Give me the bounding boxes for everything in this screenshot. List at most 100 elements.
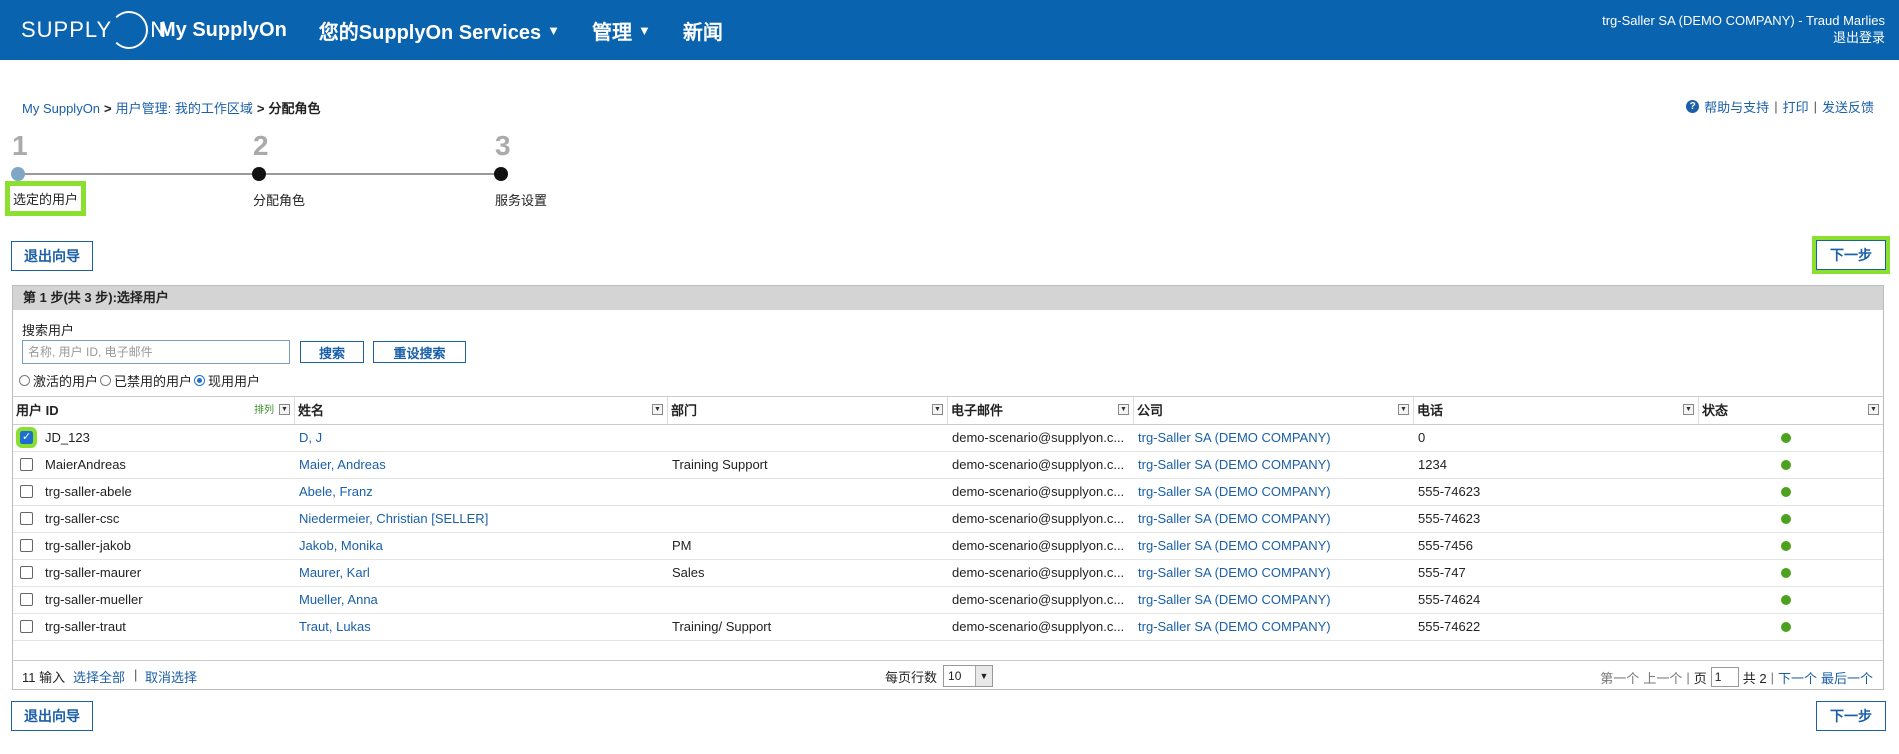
logout-link[interactable]: 退出登录 (1602, 29, 1885, 46)
rows-per-page-value: 10 (948, 669, 962, 683)
row-checkbox[interactable] (20, 593, 33, 606)
nav-news[interactable]: 新闻 (683, 16, 723, 45)
row-checkbox[interactable] (20, 458, 33, 471)
table-row[interactable]: trg-saller-jakob Jakob, Monika PM demo-scen… (13, 532, 1883, 560)
cell-phone: 555-74624 (1418, 592, 1481, 607)
cell-name-link[interactable]: Abele, Franz (299, 478, 664, 505)
row-checkbox[interactable] (20, 620, 33, 633)
user-filter-radios: 激活的用户 已禁用的用户 现用用户 (17, 371, 260, 390)
row-checkbox[interactable] (16, 427, 37, 448)
table-row[interactable]: trg-saller-mueller Mueller, Anna demo-scen… (13, 586, 1883, 614)
search-input[interactable] (22, 340, 290, 364)
cell-company-link[interactable]: trg-Saller SA (DEMO COMPANY) (1138, 586, 1410, 613)
page-total: 共 2 (1742, 670, 1767, 686)
page-number-input[interactable] (1710, 667, 1739, 687)
cell-name-link[interactable]: Jakob, Monika (299, 532, 664, 559)
table-row[interactable]: trg-saller-csc Niedermeier, Christian [SE… (13, 505, 1883, 533)
feedback-link[interactable]: 发送反馈 (1822, 97, 1874, 116)
column-filter-icon[interactable]: ▼ (1683, 404, 1694, 415)
step-label-selected-users: 选定的用户 (4, 181, 87, 216)
status-active-icon (1781, 595, 1791, 605)
radio-activated-users[interactable] (19, 375, 30, 386)
breadcrumb-current: 分配角色 (268, 101, 321, 116)
cell-name-link[interactable]: Mueller, Anna (299, 586, 664, 613)
column-filter-icon[interactable]: ▼ (1868, 404, 1879, 415)
table-row[interactable]: JD_123 D, J demo-scenario@supplyon.c... trg… (13, 424, 1883, 452)
cell-user-id: MaierAndreas (45, 457, 126, 472)
rows-per-page-select[interactable]: 10 ▼ (943, 665, 994, 687)
nav-label: My SupplyOn (159, 18, 287, 41)
nav-admin-menu[interactable]: 管理 ▼ (592, 16, 651, 45)
cell-name-link[interactable]: D, J (299, 424, 664, 451)
column-company[interactable]: 公司 ▼ (1134, 397, 1414, 424)
cell-name-link[interactable]: Niedermeier, Christian [SELLER] (299, 505, 664, 532)
exit-wizard-button[interactable]: 退出向导 (11, 241, 93, 271)
sort-label[interactable]: 排列 (254, 397, 274, 424)
status-active-icon (1781, 622, 1791, 632)
search-button[interactable]: 搜索 (300, 341, 364, 363)
row-checkbox[interactable] (20, 566, 33, 579)
table-row[interactable]: trg-saller-traut Traut, Lukas Training/ Su… (13, 613, 1883, 641)
supplyon-logo[interactable]: SUPPLY N (21, 9, 167, 51)
cell-department: PM (672, 538, 692, 553)
table-footer: 11 输入 选择全部 | 取消选择 每页行数 10 ▼ 第一个 上一个 | 页 … (13, 660, 1883, 689)
radio-disabled-users[interactable] (100, 375, 112, 386)
cell-company-link[interactable]: trg-Saller SA (DEMO COMPANY) (1138, 532, 1410, 559)
nav-services-menu[interactable]: 您的SupplyOn Services ▼ (319, 16, 560, 45)
select-users-panel: 第 1 步(共 3 步):选择用户 搜索用户 搜索 重设搜索 激活的用户 已禁用… (12, 285, 1884, 690)
next-page-link[interactable]: 下一个 (1778, 668, 1817, 687)
column-filter-icon[interactable]: ▼ (279, 404, 290, 415)
nav-my-supplyon[interactable]: My SupplyOn (159, 19, 287, 42)
cell-name-link[interactable]: Traut, Lukas (299, 613, 664, 640)
cell-department (672, 478, 944, 505)
column-email[interactable]: 电子邮件 ▼ (948, 397, 1134, 424)
column-department[interactable]: 部门 ▼ (668, 397, 948, 424)
breadcrumb-my-supplyon[interactable]: My SupplyOn (22, 101, 100, 116)
reset-search-button[interactable]: 重设搜索 (373, 341, 466, 363)
row-checkbox[interactable] (20, 485, 33, 498)
print-link[interactable]: 打印 (1783, 97, 1809, 116)
column-name[interactable]: 姓名 ▼ (295, 397, 668, 424)
cell-company-link[interactable]: trg-Saller SA (DEMO COMPANY) (1138, 613, 1410, 640)
cell-department (672, 505, 944, 532)
cell-name-link[interactable]: Maurer, Karl (299, 559, 664, 586)
table-row[interactable]: trg-saller-maurer Maurer, Karl Sales demo-s… (13, 559, 1883, 587)
column-filter-icon[interactable]: ▼ (1398, 404, 1409, 415)
radio-current-users[interactable] (194, 375, 206, 386)
next-step-button-bottom[interactable]: 下一步 (1816, 701, 1886, 731)
last-page-link[interactable]: 最后一个 (1821, 668, 1873, 687)
column-filter-icon[interactable]: ▼ (1118, 404, 1129, 415)
column-filter-icon[interactable]: ▼ (652, 404, 663, 415)
breadcrumb-user-management[interactable]: 用户管理: 我的工作区域 (116, 101, 253, 116)
table-row[interactable]: MaierAndreas Maier, Andreas Training Suppo… (13, 451, 1883, 479)
chevron-down-icon: ▼ (975, 666, 993, 686)
column-filter-icon[interactable]: ▼ (932, 404, 943, 415)
cell-name-link[interactable]: Maier, Andreas (299, 451, 664, 478)
exit-wizard-button-bottom[interactable]: 退出向导 (11, 701, 93, 731)
cell-company-link[interactable]: trg-Saller SA (DEMO COMPANY) (1138, 559, 1410, 586)
cell-company-link[interactable]: trg-Saller SA (DEMO COMPANY) (1138, 505, 1410, 532)
step-number: 3 (495, 130, 511, 161)
status-active-icon (1781, 460, 1791, 470)
cell-company-link[interactable]: trg-Saller SA (DEMO COMPANY) (1138, 478, 1410, 505)
next-step-button[interactable]: 下一步 (1812, 236, 1890, 274)
cell-department (672, 586, 944, 613)
cell-user-id: trg-saller-jakob (45, 538, 131, 553)
select-all-link[interactable]: 选择全部 (73, 667, 125, 686)
help-icon[interactable]: ? (1686, 100, 1700, 113)
cell-email: demo-scenario@supplyon.c... (952, 592, 1125, 607)
help-support-link[interactable]: 帮助与支持 (1704, 97, 1769, 116)
column-label: 用户 ID (16, 403, 59, 418)
cell-phone: 1234 (1418, 457, 1447, 472)
table-row[interactable]: trg-saller-abele Abele, Franz demo-scenari… (13, 478, 1883, 506)
row-checkbox[interactable] (20, 539, 33, 552)
cell-phone: 555-74623 (1418, 511, 1481, 526)
deselect-link[interactable]: 取消选择 (145, 667, 197, 686)
row-checkbox[interactable] (20, 512, 33, 525)
column-phone[interactable]: 电话 ▼ (1414, 397, 1699, 424)
cell-company-link[interactable]: trg-Saller SA (DEMO COMPANY) (1138, 424, 1410, 451)
column-user-id[interactable]: 用户 ID 排列 ▼ (13, 397, 295, 424)
column-status[interactable]: 状态 ▼ (1699, 397, 1883, 424)
cell-company-link[interactable]: trg-Saller SA (DEMO COMPANY) (1138, 451, 1410, 478)
wizard-stepper: 1 选定的用户 2 分配角色 3 服务设置 (0, 130, 560, 216)
